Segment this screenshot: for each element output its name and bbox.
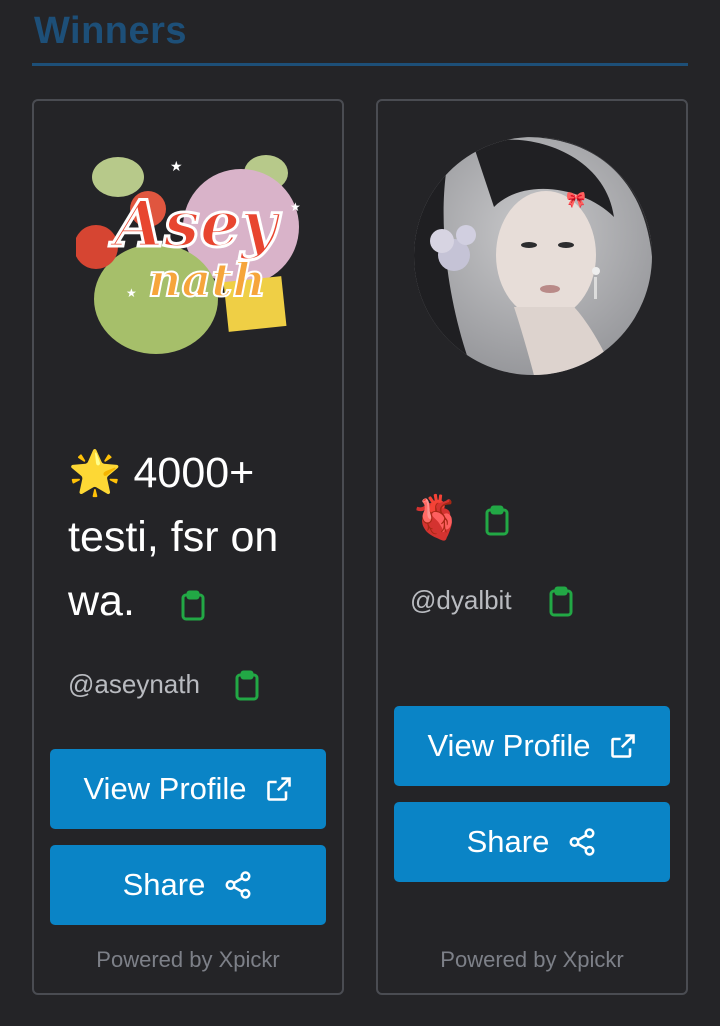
clipboard-icon[interactable]	[484, 505, 510, 537]
view-profile-button[interactable]: View Profile	[50, 749, 326, 829]
svg-text:🎀: 🎀	[566, 191, 586, 209]
winners-page: Winners ★ ★ ★ Asey nath 🌟 4000+ testi, f…	[0, 0, 720, 1026]
logo-text-bottom: nath	[147, 252, 267, 308]
clipboard-icon[interactable]	[234, 670, 260, 702]
clipboard-icon[interactable]	[548, 586, 574, 618]
external-link-icon	[610, 734, 635, 758]
share-button[interactable]: Share	[50, 845, 326, 925]
share-icon	[225, 871, 251, 899]
share-label: Share	[122, 867, 206, 902]
winner-card-dyalbit: 🎀 🫀 @dyalbit View Profile Share Powered …	[376, 99, 688, 995]
share-button[interactable]: Share	[394, 802, 670, 882]
view-profile-label: View Profile	[427, 728, 591, 763]
section-title: Winners	[34, 10, 188, 52]
winner-handle: @dyalbit	[410, 585, 512, 615]
winner-avatar: 🎀	[414, 137, 652, 375]
share-icon	[569, 828, 595, 856]
view-profile-button[interactable]: View Profile	[394, 706, 670, 786]
svg-text:★: ★	[170, 158, 183, 174]
clipboard-icon[interactable]	[180, 590, 206, 622]
external-link-icon	[266, 777, 291, 801]
powered-by: Powered by Xpickr	[440, 947, 624, 972]
view-profile-label: View Profile	[83, 771, 247, 806]
winner-handle: @aseynath	[68, 669, 200, 699]
share-label: Share	[466, 824, 550, 859]
svg-text:★: ★	[126, 286, 137, 300]
title-divider	[32, 63, 688, 66]
svg-text:★: ★	[290, 200, 301, 214]
powered-by: Powered by Xpickr	[96, 947, 280, 972]
logo-text-top: Asey	[113, 186, 280, 264]
winner-card-aseynath: ★ ★ ★ Asey nath 🌟 4000+ testi, fsr on wa…	[32, 99, 344, 995]
winner-name: 🫀	[410, 494, 464, 542]
winner-logo: ★ ★ ★ Asey nath	[74, 149, 314, 361]
